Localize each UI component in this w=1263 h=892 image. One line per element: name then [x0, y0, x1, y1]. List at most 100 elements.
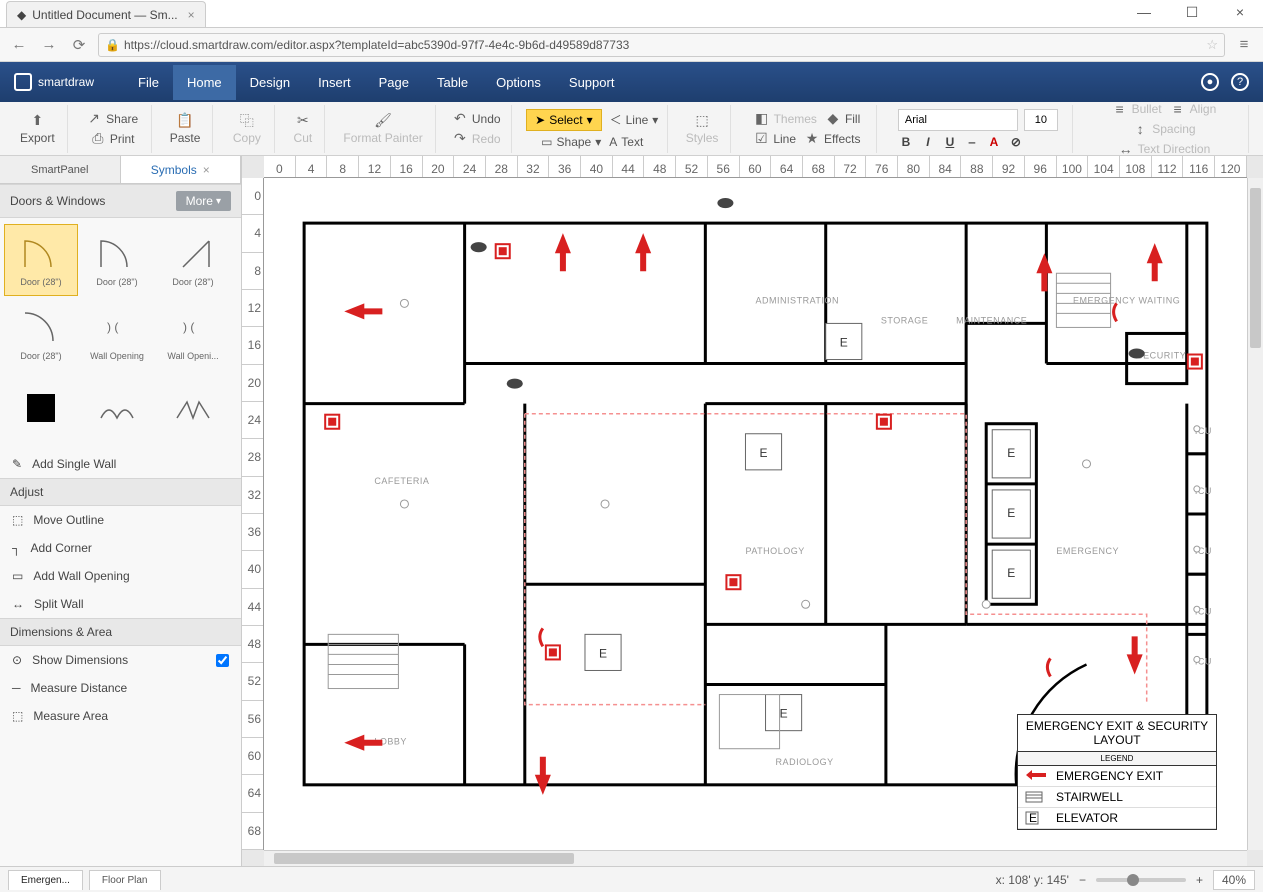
cut-button[interactable]: ✂Cut [290, 111, 317, 147]
svg-text:E: E [1007, 446, 1015, 460]
symbol-wall-opening-2[interactable]: ) (Wall Openi... [156, 298, 230, 370]
menu-insert[interactable]: Insert [304, 65, 365, 100]
line-style-icon: ☑ [753, 131, 769, 147]
symbol-double-door-2[interactable] [156, 372, 230, 444]
select-tool-button[interactable]: ➤Select▾ [526, 109, 601, 131]
svg-text:E: E [1007, 566, 1015, 580]
underline-button[interactable]: U [942, 135, 958, 149]
text-icon: A [609, 135, 617, 149]
measure-distance-button[interactable]: ─Measure Distance [0, 674, 241, 702]
styles-icon: ⬚ [694, 113, 710, 129]
forward-button[interactable]: → [38, 34, 60, 56]
zoom-level[interactable]: 40% [1213, 870, 1255, 890]
symbol-wall-opening-1[interactable]: ) (Wall Opening [80, 298, 154, 370]
vertical-scrollbar[interactable] [1247, 178, 1263, 850]
export-button[interactable]: ⬆Export [16, 111, 59, 147]
menu-options[interactable]: Options [482, 65, 555, 100]
section-dimensions-header[interactable]: Dimensions & Area [0, 618, 241, 646]
browser-tab[interactable]: ◆ Untitled Document — Sm... × [6, 1, 206, 27]
menu-page[interactable]: Page [365, 65, 423, 100]
print-button[interactable]: ⎙Print [90, 131, 135, 147]
menu-table[interactable]: Table [423, 65, 482, 100]
symbol-door-2[interactable]: Door (28") [80, 224, 154, 296]
redo-button[interactable]: ↷Redo [452, 131, 501, 147]
maximize-button[interactable]: ☐ [1169, 0, 1215, 24]
close-tab-icon[interactable]: × [188, 8, 195, 22]
bold-button[interactable]: B [898, 135, 914, 149]
zoom-slider[interactable] [1096, 878, 1186, 882]
format-painter-button[interactable]: 🖌Format Painter [339, 111, 426, 147]
paste-button[interactable]: 📋Paste [166, 111, 205, 147]
effects-button[interactable]: ★Effects [804, 131, 860, 147]
share-button[interactable]: ↗Share [86, 111, 138, 127]
text-tool-button[interactable]: AText [609, 135, 643, 149]
styles-button[interactable]: ⬚Styles [682, 111, 723, 147]
measure-area-button[interactable]: ⬚Measure Area [0, 702, 241, 730]
more-button[interactable]: More ▾ [176, 191, 231, 211]
text-direction-button[interactable]: ↔Text Direction [1118, 141, 1211, 157]
font-family-input[interactable] [898, 109, 1018, 131]
zoom-out-button[interactable]: − [1079, 873, 1086, 887]
section-adjust-header[interactable]: Adjust [0, 478, 241, 506]
bookmark-icon[interactable]: ☆ [1206, 37, 1218, 53]
show-dim-checkbox[interactable] [216, 654, 229, 667]
back-button[interactable]: ← [8, 34, 30, 56]
browser-menu-icon[interactable]: ≡ [1233, 34, 1255, 56]
drawing-canvas[interactable]: ADMINISTRATION STORAGE MAINTENANCE SECUR… [264, 178, 1247, 850]
svg-text:E: E [1007, 506, 1015, 520]
url-field[interactable]: 🔒 https://cloud.smartdraw.com/editor.asp… [98, 33, 1225, 57]
bullet-button[interactable]: ≡Bullet [1112, 101, 1162, 117]
cursor-position: x: 108' y: 145' [996, 873, 1069, 887]
italic-button[interactable]: I [920, 135, 936, 149]
notification-icon[interactable]: ● [1201, 73, 1219, 91]
strike-button[interactable]: ‒ [964, 135, 980, 149]
add-wall-opening-button[interactable]: ▭Add Wall Opening [0, 562, 241, 590]
font-color-button[interactable]: A [986, 135, 1002, 149]
help-icon[interactable]: ? [1231, 73, 1249, 91]
show-dimensions-toggle[interactable]: ⊙Show Dimensions [0, 646, 241, 674]
tab-symbols[interactable]: Symbols× [121, 156, 242, 183]
svg-text:RADIOLOGY: RADIOLOGY [776, 757, 834, 767]
tab-smartpanel[interactable]: SmartPanel [0, 156, 121, 183]
symbol-door-3[interactable]: Door (28") [156, 224, 230, 296]
symbol-solid[interactable] [4, 372, 78, 444]
menu-file[interactable]: File [124, 65, 173, 100]
page-tab-emergency[interactable]: Emergen... [8, 870, 83, 890]
undo-button[interactable]: ↶Undo [452, 111, 501, 127]
spacing-button[interactable]: ↕Spacing [1132, 121, 1195, 137]
symbol-door-1[interactable]: Door (28") [4, 224, 78, 296]
move-outline-button[interactable]: ⬚Move Outline [0, 506, 241, 534]
zoom-thumb[interactable] [1127, 874, 1139, 886]
section-doors-header[interactable]: Doors & Windows More ▾ [0, 184, 241, 218]
line-style-button[interactable]: ☑Line [753, 131, 796, 147]
page-tab-floorplan[interactable]: Floor Plan [89, 870, 161, 890]
line-tool-button[interactable]: ＜Line▾ [610, 111, 659, 128]
horizontal-scrollbar[interactable] [264, 850, 1247, 866]
symbol-door-4[interactable]: Door (28") [4, 298, 78, 370]
clear-format-button[interactable]: ⊘ [1008, 135, 1024, 149]
menu-home[interactable]: Home [173, 65, 236, 100]
fill-button[interactable]: ◆Fill [825, 111, 860, 127]
add-single-wall-button[interactable]: ✎Add Single Wall [0, 450, 241, 478]
svg-text:E: E [840, 335, 848, 349]
menu-support[interactable]: Support [555, 65, 629, 100]
split-icon: ↔ [12, 597, 24, 611]
copy-button[interactable]: ⿻Copy [229, 111, 265, 147]
zoom-in-button[interactable]: + [1196, 873, 1203, 887]
h-scroll-thumb[interactable] [274, 853, 574, 864]
menu-design[interactable]: Design [236, 65, 304, 100]
font-size-input[interactable] [1024, 109, 1058, 131]
symbol-double-door-1[interactable] [80, 372, 154, 444]
shape-tool-button[interactable]: ▭Shape▾ [541, 135, 601, 149]
app-logo[interactable]: smartdraw [14, 73, 94, 91]
close-window-button[interactable]: × [1217, 0, 1263, 24]
add-corner-button[interactable]: ┐Add Corner [0, 534, 241, 562]
logo-icon [14, 73, 32, 91]
align-button[interactable]: ≡Align [1170, 101, 1217, 117]
reload-button[interactable]: ⟳ [68, 34, 90, 56]
minimize-button[interactable]: — [1121, 0, 1167, 24]
split-wall-button[interactable]: ↔Split Wall [0, 590, 241, 618]
tab-title: Untitled Document — Sm... [32, 8, 177, 22]
themes-button[interactable]: ◧Themes [754, 111, 817, 127]
v-scroll-thumb[interactable] [1250, 188, 1261, 348]
